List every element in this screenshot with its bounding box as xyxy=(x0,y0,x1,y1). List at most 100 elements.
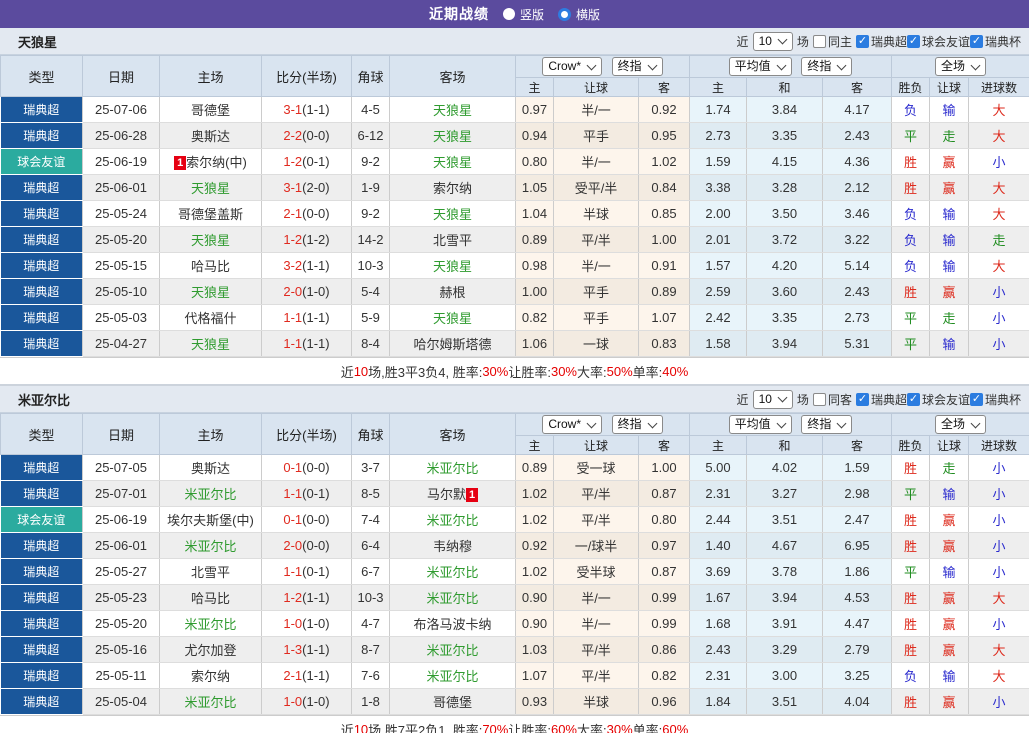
cell-avg-home: 1.68 xyxy=(689,610,747,637)
cell-handicap: 平/半 xyxy=(553,226,639,253)
cell-odds-away: 0.97 xyxy=(638,532,690,559)
odds-source-select[interactable]: Crow* xyxy=(542,57,603,76)
match-row: 瑞典超 25-05-11 索尔纳 2-1(1-1) 7-6 米亚尔比 1.07 平/半 0.82… xyxy=(0,662,1029,689)
avg-source-select[interactable]: 平均值 xyxy=(728,415,792,434)
cell-avg-home: 2.31 xyxy=(689,480,747,507)
cell-home-team: 埃尔夫斯堡(中) xyxy=(159,506,262,533)
cell-home-team: 哈马比 xyxy=(159,252,262,279)
cell-handicap-result: 输 xyxy=(929,96,970,123)
cell-handicap: 一球 xyxy=(553,330,639,357)
odds-time-select[interactable]: 终指 xyxy=(611,415,663,434)
cell-handicap: 半/一 xyxy=(553,584,639,611)
cell-handicap-result: 赢 xyxy=(929,148,970,175)
odds-time-select[interactable]: 终指 xyxy=(611,57,663,76)
cell-handicap: 受一球 xyxy=(553,454,639,481)
cell-date: 25-05-24 xyxy=(82,200,160,227)
cell-goals-result: 大 xyxy=(968,662,1029,689)
cell-odds-home: 0.93 xyxy=(515,688,554,715)
cell-result: 胜 xyxy=(891,636,931,663)
league-filter-球会友谊[interactable]: 球会友谊 xyxy=(906,391,970,408)
match-row: 瑞典超 25-05-03 代格福什 1-1(1-1) 5-9 天狼星 0.82 平手 1.07 2… xyxy=(0,304,1029,331)
cell-competition: 瑞典超 xyxy=(0,480,83,507)
cell-date: 25-06-19 xyxy=(82,148,160,175)
cell-handicap-result: 输 xyxy=(929,480,970,507)
match-row: 瑞典超 25-05-24 哥德堡盖斯 2-1(0-0) 9-2 天狼星 1.04 半球 0.85… xyxy=(0,200,1029,227)
same-home-filter[interactable]: 同主 xyxy=(812,33,852,50)
cell-goals-result: 小 xyxy=(968,278,1029,305)
cell-avg-home: 1.59 xyxy=(689,148,747,175)
cell-away-team: 布洛马波卡纳 xyxy=(389,610,516,637)
cell-odds-home: 0.89 xyxy=(515,454,554,481)
cell-result: 平 xyxy=(891,330,931,357)
cell-score: 2-1(0-0) xyxy=(261,200,352,227)
cell-corners: 14-2 xyxy=(351,226,390,253)
league-filter-瑞典杯[interactable]: 瑞典杯 xyxy=(969,33,1021,50)
cell-avg-draw: 3.27 xyxy=(746,480,823,507)
cell-handicap: 半/一 xyxy=(553,148,639,175)
col-avg-draw: 和 xyxy=(746,77,823,97)
match-count-select[interactable]: 10 xyxy=(752,389,793,409)
league-filter-瑞典超[interactable]: 瑞典超 xyxy=(855,391,907,408)
cell-score: 1-1(0-1) xyxy=(261,558,352,585)
cell-home-team: 米亚尔比 xyxy=(159,532,262,559)
team-strip-1: 天狼星 近 10 场 同主 瑞典超球会友谊瑞典杯 xyxy=(0,28,1029,55)
cell-handicap: 半球 xyxy=(553,688,639,715)
scope-select[interactable]: 全场 xyxy=(935,57,987,76)
match-count-select[interactable]: 10 xyxy=(752,31,793,51)
cell-handicap: 受半球 xyxy=(553,558,639,585)
cell-handicap-result: 输 xyxy=(929,252,970,279)
cell-handicap-result: 输 xyxy=(929,330,970,357)
col-handicap: 让球 xyxy=(553,77,639,97)
cell-result: 负 xyxy=(891,226,931,253)
radio-horizontal-layout[interactable]: 横版 xyxy=(558,6,600,23)
league-filter-球会友谊[interactable]: 球会友谊 xyxy=(906,33,970,50)
cell-odds-home: 0.94 xyxy=(515,122,554,149)
col-result: 胜负 xyxy=(891,435,931,455)
cell-avg-draw: 3.00 xyxy=(746,662,823,689)
cell-goals-result: 小 xyxy=(968,688,1029,715)
cell-avg-away: 2.47 xyxy=(822,506,893,533)
col-avg-home: 主 xyxy=(689,435,747,455)
avg-source-select[interactable]: 平均值 xyxy=(728,57,792,76)
cell-goals-result: 大 xyxy=(968,200,1029,227)
chevron-down-icon xyxy=(647,60,658,70)
cell-odds-home: 0.97 xyxy=(515,96,554,123)
league-filters: 瑞典超球会友谊瑞典杯 xyxy=(855,33,1021,50)
cell-away-team: 天狼星 xyxy=(389,304,516,331)
cell-competition: 瑞典超 xyxy=(0,558,83,585)
odds-source-select[interactable]: Crow* xyxy=(542,415,603,434)
cell-goals-result: 大 xyxy=(968,584,1029,611)
cell-away-team: 天狼星 xyxy=(389,122,516,149)
league-filter-瑞典杯[interactable]: 瑞典杯 xyxy=(969,391,1021,408)
cell-odds-away: 0.99 xyxy=(638,584,690,611)
match-row: 瑞典超 25-07-06 哥德堡 3-1(1-1) 4-5 天狼星 0.97 半/一 0.92 1… xyxy=(0,96,1029,123)
avg-time-select[interactable]: 终指 xyxy=(801,415,853,434)
cell-date: 25-05-11 xyxy=(82,662,160,689)
col-avg-draw: 和 xyxy=(746,435,823,455)
cell-avg-home: 5.00 xyxy=(689,454,747,481)
cell-corners: 7-4 xyxy=(351,506,390,533)
cell-avg-draw: 3.35 xyxy=(746,122,823,149)
cell-avg-home: 2.31 xyxy=(689,662,747,689)
cell-corners: 6-4 xyxy=(351,532,390,559)
cell-avg-draw: 3.50 xyxy=(746,200,823,227)
match-row: 瑞典超 25-05-10 天狼星 2-0(1-0) 5-4 赫根 1.00 平手 0.89 2.5… xyxy=(0,278,1029,305)
cell-corners: 5-4 xyxy=(351,278,390,305)
avg-time-select[interactable]: 终指 xyxy=(801,57,853,76)
radio-vertical-layout[interactable]: 竖版 xyxy=(502,6,544,23)
cell-avg-draw: 3.35 xyxy=(746,304,823,331)
cell-handicap: 半球 xyxy=(553,200,639,227)
summary-1: 近 10 场,胜3平3负4, 胜率: 30% 让胜率: 30% 大率: 50% 单率: 40… xyxy=(0,357,1029,384)
chevron-down-icon xyxy=(777,392,788,403)
cell-avg-draw: 4.20 xyxy=(746,252,823,279)
cell-goals-result: 大 xyxy=(968,96,1029,123)
match-row: 瑞典超 25-05-27 北雪平 1-1(0-1) 6-7 米亚尔比 1.02 受半球 0.87… xyxy=(0,558,1029,585)
cell-handicap-result: 赢 xyxy=(929,636,970,663)
checkbox-unchecked-icon xyxy=(812,34,826,48)
scope-select[interactable]: 全场 xyxy=(935,415,987,434)
league-filter-瑞典超[interactable]: 瑞典超 xyxy=(855,33,907,50)
cell-odds-home: 1.07 xyxy=(515,662,554,689)
cell-odds-away: 1.02 xyxy=(638,148,690,175)
same-away-filter[interactable]: 同客 xyxy=(812,391,852,408)
cell-score: 1-1(1-1) xyxy=(261,304,352,331)
